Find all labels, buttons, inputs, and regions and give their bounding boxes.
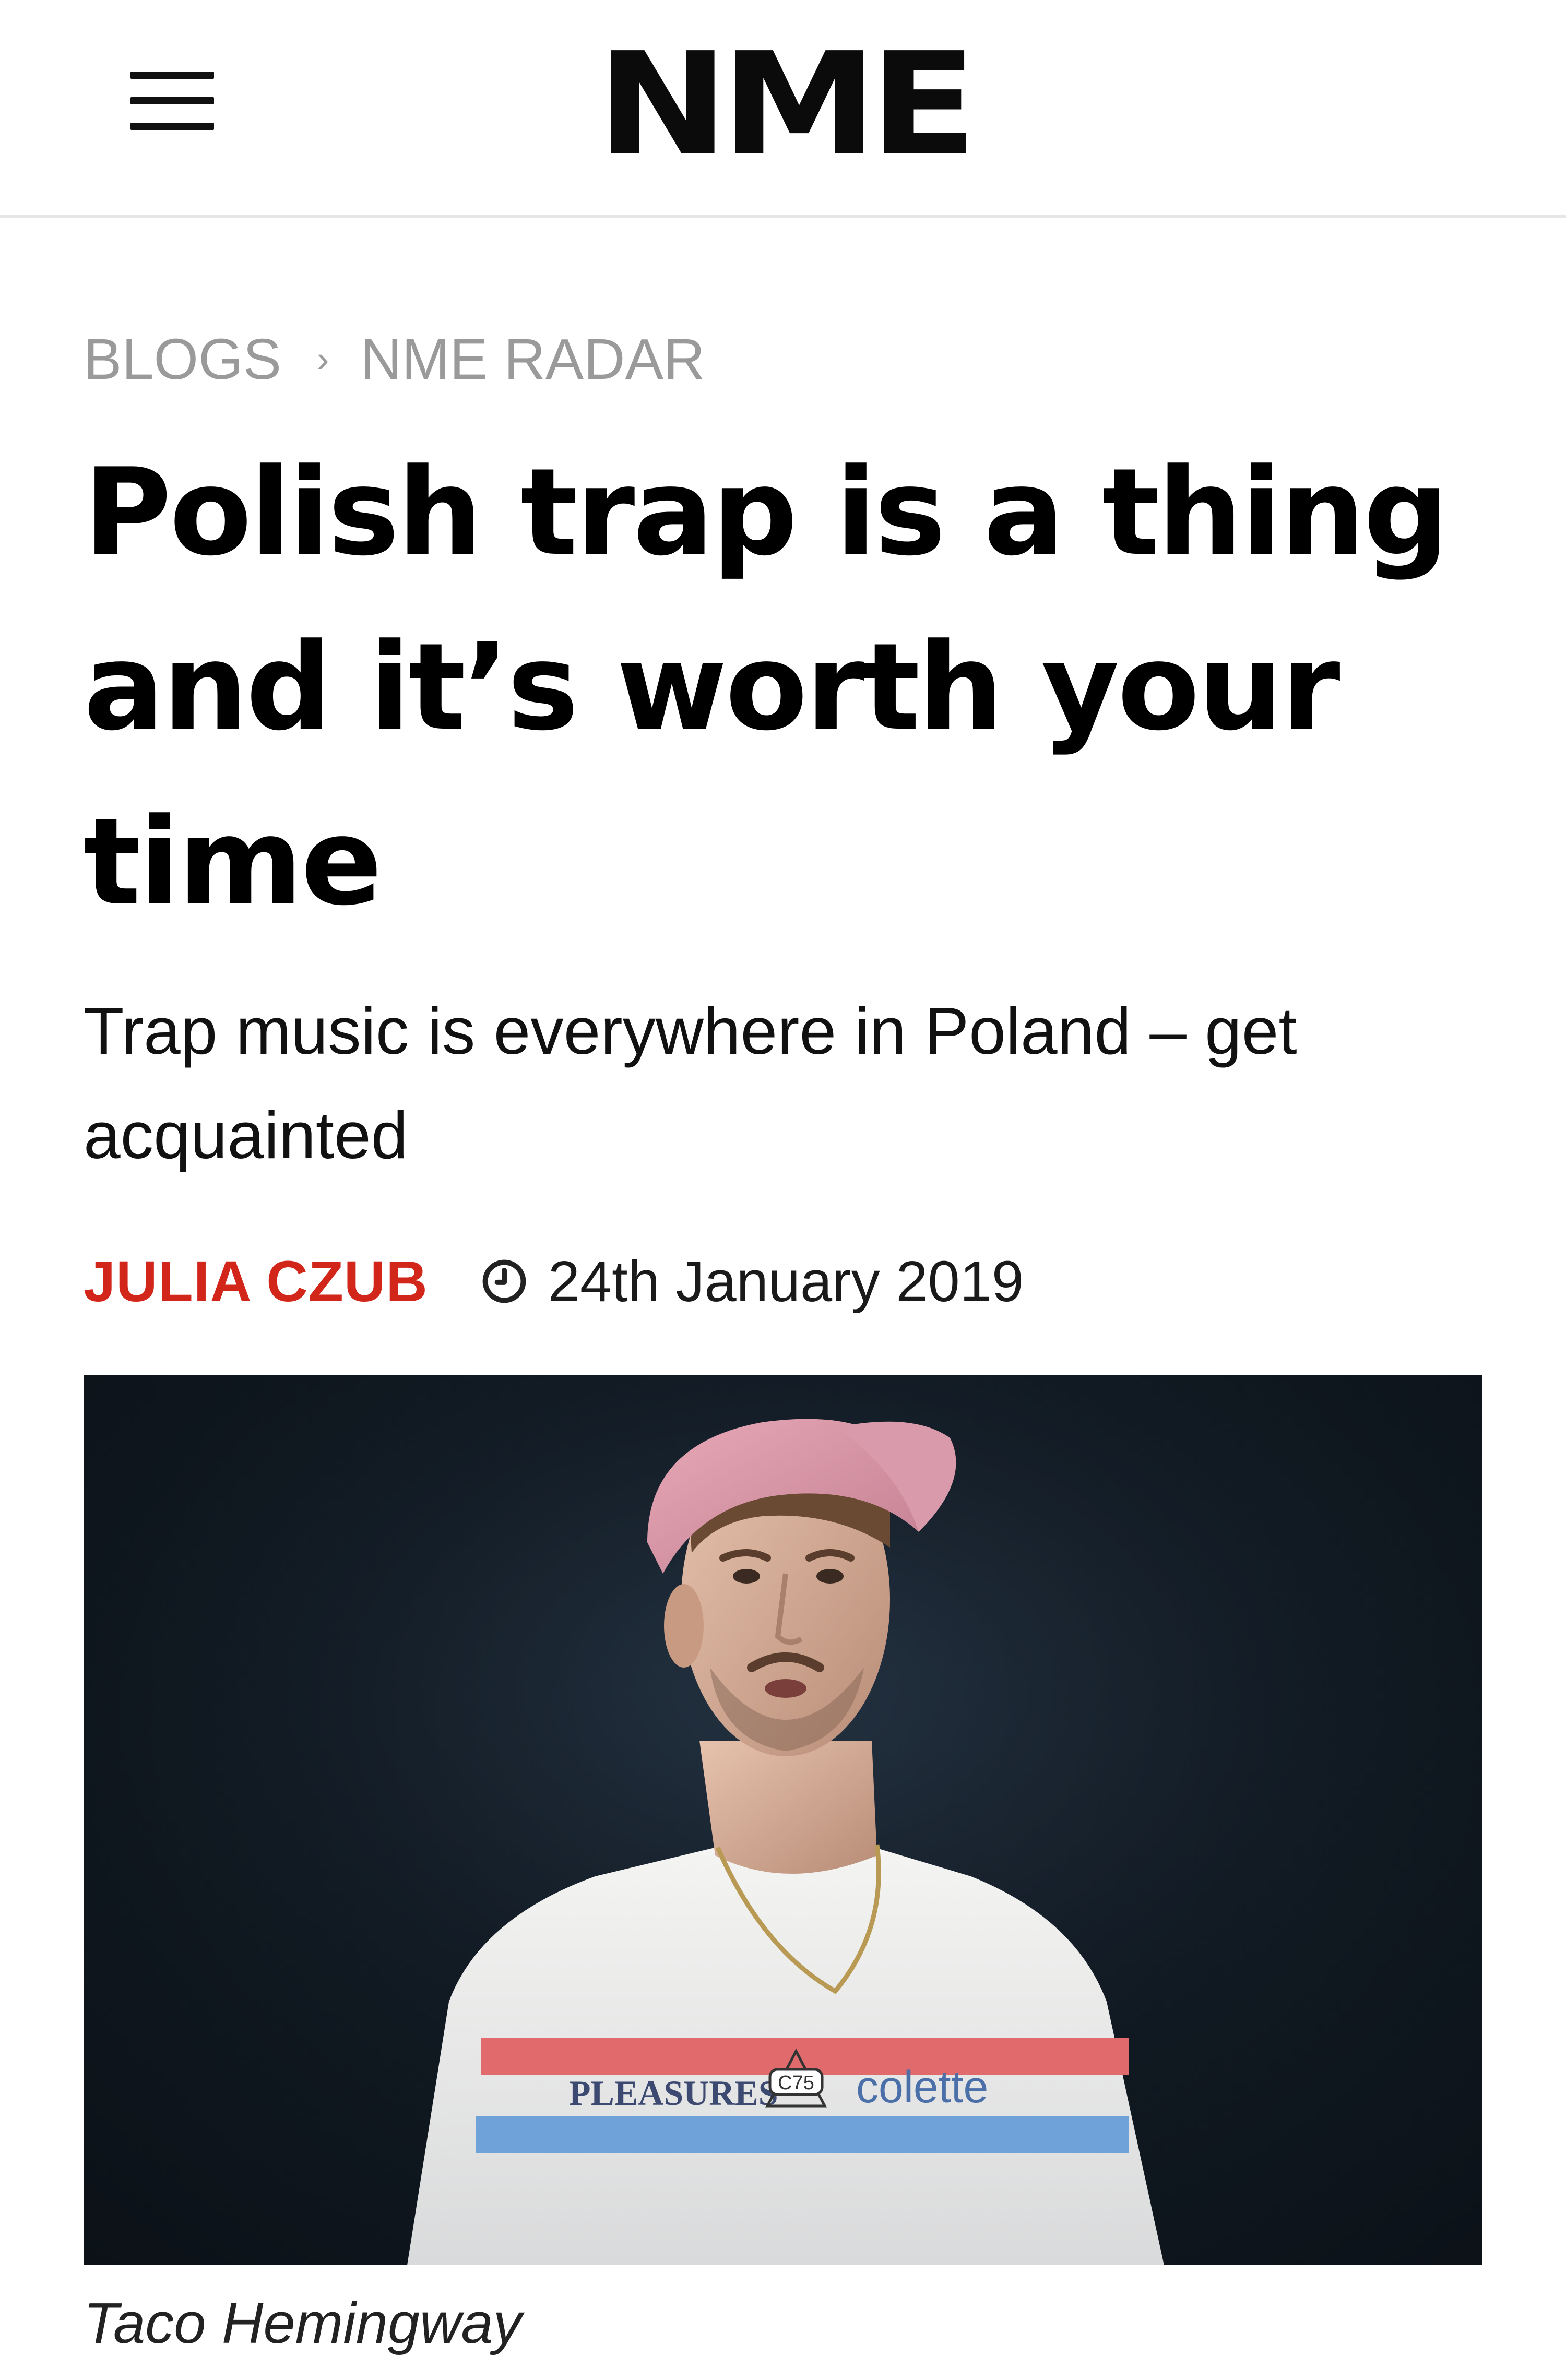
shirt-text-colette: colette — [856, 2062, 988, 2112]
article-title: Polish trap is a thing and it’s worth yo… — [84, 443, 1449, 932]
performer-photo: PLEASURES C75 colette — [84, 1375, 1482, 2265]
breadcrumb: BLOGS › NME RADAR — [84, 326, 705, 392]
nme-logo[interactable]: NME — [596, 34, 977, 175]
shirt-text-pleasures: PLEASURES — [569, 2073, 778, 2113]
clock-icon — [482, 1259, 526, 1303]
article-byline: JULIA CZUB 24th January 2019 — [84, 1242, 1024, 1320]
shirt-badge: C75 — [778, 2072, 814, 2094]
author-link[interactable]: JULIA CZUB — [84, 1248, 428, 1315]
image-caption: Taco Hemingway — [84, 2291, 522, 2355]
breadcrumb-item-blogs[interactable]: BLOGS — [84, 326, 281, 392]
hamburger-menu-icon[interactable] — [130, 72, 214, 130]
publish-date: 24th January 2019 — [548, 1249, 1024, 1314]
article-subtitle: Trap music is everywhere in Poland – get… — [84, 994, 1297, 1172]
chevron-right-icon: › — [317, 339, 329, 379]
breadcrumb-item-nme-radar[interactable]: NME RADAR — [360, 326, 705, 392]
site-header: NME — [0, 0, 1566, 218]
article-hero-image: PLEASURES C75 colette — [84, 1375, 1482, 2265]
